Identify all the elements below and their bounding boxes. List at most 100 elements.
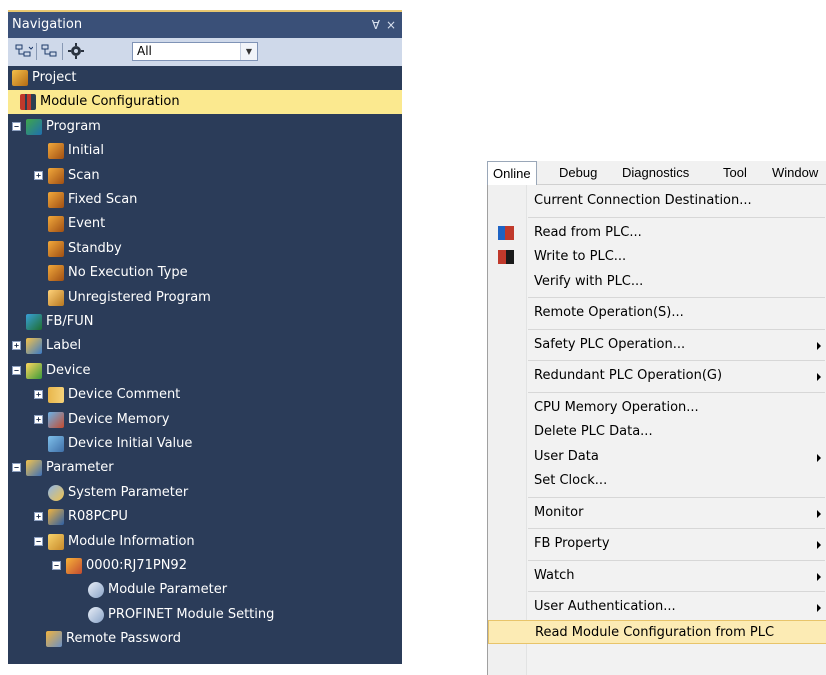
menu-separator [528, 360, 825, 361]
remote-password-icon [46, 631, 62, 648]
tree-item-label: Remote Password [66, 631, 182, 647]
menu-item-label: FB Property [534, 536, 610, 551]
tree-item-label: Event [68, 216, 106, 232]
tree-item[interactable]: Module Configuration [8, 90, 402, 115]
tree-item[interactable]: Fixed Scan [8, 188, 402, 212]
menu-item-user-data[interactable]: User Data [488, 445, 826, 469]
menu-debug[interactable]: Debug [559, 161, 597, 184]
tree-item-label: Parameter [46, 460, 114, 476]
chevron-down-icon[interactable]: ▼ [240, 43, 257, 60]
module-information-icon [48, 533, 64, 550]
menu-item-redundant-plc-operation-g[interactable]: Redundant PLC Operation(G) [488, 364, 826, 388]
tree-item[interactable]: Standby [8, 237, 402, 261]
tree-item-label: Project [32, 70, 77, 85]
tree-item[interactable]: + Device Comment [8, 383, 402, 407]
device-comment-icon [48, 387, 64, 404]
menu-item-label: Read from PLC... [534, 224, 642, 240]
submenu-arrow-icon [817, 509, 821, 518]
tree-item[interactable]: Unregistered Program [8, 286, 402, 310]
tree-item-label: Unregistered Program [68, 289, 211, 305]
tree-item[interactable]: Module Parameter [8, 578, 402, 602]
collapse-icon[interactable]: − [12, 121, 21, 131]
menu-item-label: CPU Memory Operation... [534, 399, 699, 415]
menu-item-fb-property[interactable]: FB Property [488, 532, 826, 556]
tree-item[interactable]: Project [8, 66, 402, 90]
menu-item-write-to-plc[interactable]: Write to PLC... [488, 245, 826, 269]
device-memory-icon [48, 411, 64, 428]
tree-item[interactable]: Initial [8, 139, 402, 163]
tree-item[interactable]: FB/FUN [8, 310, 402, 334]
system-parameter-icon [48, 484, 64, 501]
tree-item-label: Module Information [68, 533, 195, 549]
gear-icon[interactable] [66, 42, 86, 60]
device-icon [26, 362, 42, 379]
menu-tool[interactable]: Tool [723, 161, 747, 184]
tree-item[interactable]: System Parameter [8, 481, 402, 505]
expand-tree-icon[interactable] [14, 42, 34, 60]
collapse-tree-icon[interactable] [40, 42, 60, 60]
expand-icon[interactable]: + [12, 341, 21, 351]
tree-item[interactable]: Remote Password [8, 627, 402, 651]
tree-item[interactable]: − Device [8, 359, 402, 383]
menu-separator [528, 328, 825, 330]
menu-item-current-connection-destination[interactable]: Current Connection Destination... [488, 189, 826, 213]
tree-item[interactable]: No Execution Type [8, 261, 402, 285]
menu-item-watch[interactable]: Watch [488, 564, 826, 588]
menu-item-read-from-plc[interactable]: Read from PLC... [488, 221, 826, 245]
menu-item-read-module-configuration-from-plc[interactable]: Read Module Configuration from PLC [488, 619, 826, 644]
program-item-icon [48, 216, 64, 233]
tree-item[interactable]: − Program [8, 115, 402, 139]
menu-item-user-authentication[interactable]: User Authentication... [488, 595, 826, 619]
menu-online[interactable]: Online [487, 161, 537, 185]
navigation-panel: Navigation Ɐ × All ▼ Project Module Confi… [8, 10, 402, 664]
tree-item-label: Device Comment [68, 387, 181, 403]
menu-item-cpu-memory-operation[interactable]: CPU Memory Operation... [488, 396, 826, 420]
collapse-icon[interactable]: − [12, 365, 21, 375]
tree-item-label: PROFINET Module Setting [108, 606, 275, 622]
tree-item[interactable]: PROFINET Module Setting [8, 603, 402, 627]
tree-item-label: Scan [68, 167, 100, 183]
menu-separator [528, 528, 825, 529]
filter-select[interactable]: All ▼ [132, 42, 258, 61]
collapse-icon[interactable]: − [12, 463, 21, 473]
menu-item-safety-plc-operation[interactable]: Safety PLC Operation... [488, 333, 826, 357]
menu-item-delete-plc-data[interactable]: Delete PLC Data... [488, 420, 826, 444]
menu-separator [528, 496, 825, 498]
navigation-toolbar: All ▼ [8, 38, 402, 66]
menu-window[interactable]: Window [772, 161, 818, 184]
tree-item[interactable]: + R08PCPU [8, 505, 402, 529]
menu-item-label: Read Module Configuration from PLC [535, 624, 775, 640]
tree-item[interactable]: Device Initial Value [8, 432, 402, 456]
menu-item-verify-with-plc[interactable]: Verify with PLC... [488, 270, 826, 294]
menu-separator [528, 216, 825, 218]
menu-item-monitor[interactable]: Monitor [488, 501, 826, 525]
tree-item[interactable]: + Scan [8, 164, 402, 188]
unregistered-program-icon [48, 289, 64, 306]
program-item-icon [48, 192, 64, 208]
tree-item[interactable]: − Parameter [8, 456, 402, 480]
tree-item-label: Fixed Scan [68, 192, 138, 207]
menu-item-label: User Data [534, 448, 599, 464]
menu-item-set-clock[interactable]: Set Clock... [488, 469, 826, 493]
tree-item[interactable]: − 0000:RJ71PN92 [8, 554, 402, 578]
menu-item-label: Watch [534, 567, 575, 583]
expand-icon[interactable]: + [34, 414, 43, 424]
expand-icon[interactable]: + [34, 390, 43, 400]
expand-icon[interactable]: + [34, 170, 43, 180]
tree-item[interactable]: + Label [8, 334, 402, 358]
navigation-title-bar: Navigation Ɐ × [8, 12, 402, 38]
tree-item[interactable]: − Module Information [8, 530, 402, 554]
submenu-arrow-icon [817, 341, 821, 350]
cpu-icon [48, 509, 64, 526]
menu-diagnostics[interactable]: Diagnostics [622, 161, 689, 184]
submenu-arrow-icon [817, 572, 821, 581]
write-to-plc-icon [498, 250, 514, 264]
expand-icon[interactable]: + [34, 512, 43, 522]
close-icon[interactable]: × [386, 12, 396, 38]
tree-item[interactable]: Event [8, 212, 402, 236]
collapse-icon[interactable]: − [34, 536, 43, 546]
tree-item[interactable]: + Device Memory [8, 408, 402, 432]
pin-icon[interactable]: Ɐ [372, 12, 380, 38]
menu-item-remote-operation-s[interactable]: Remote Operation(S)... [488, 301, 826, 325]
collapse-icon[interactable]: − [52, 561, 61, 570]
